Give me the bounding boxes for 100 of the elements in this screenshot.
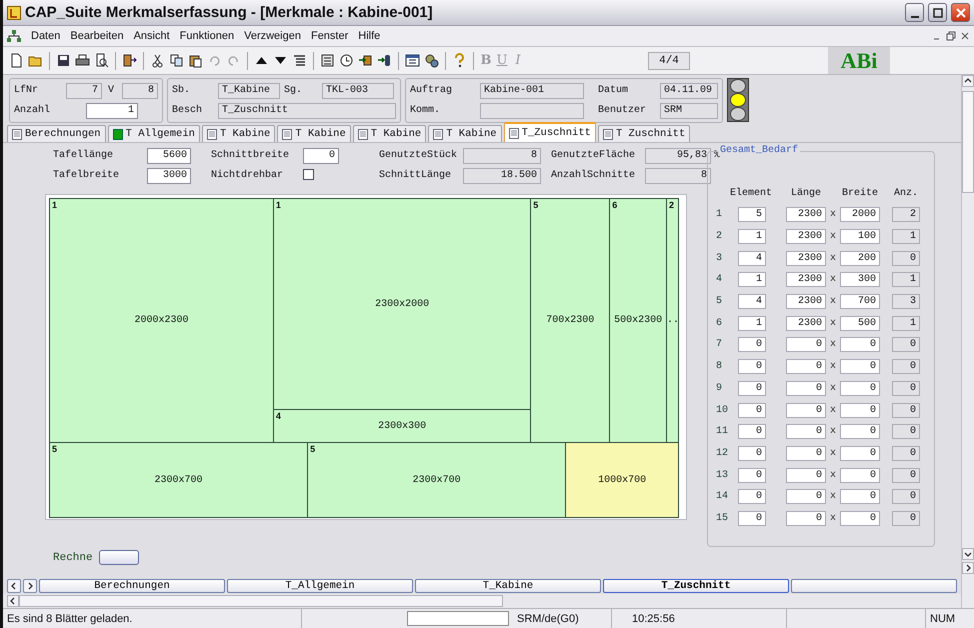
tab[interactable]: T Kabine bbox=[352, 125, 426, 142]
input-field[interactable]: 0 bbox=[786, 402, 826, 418]
input-field[interactable]: 500 bbox=[840, 316, 880, 331]
checkbox[interactable] bbox=[303, 168, 314, 180]
input-field[interactable]: 200 bbox=[840, 250, 880, 266]
input-field[interactable]: 100 bbox=[840, 229, 880, 244]
input-field[interactable]: 0 bbox=[738, 446, 766, 461]
maximize-button[interactable] bbox=[928, 3, 947, 22]
menu-item[interactable]: Verzweigen bbox=[244, 30, 301, 42]
save-icon[interactable] bbox=[56, 53, 71, 68]
input-field[interactable]: 0 bbox=[786, 337, 826, 352]
input-field[interactable]: 0 bbox=[786, 380, 826, 396]
sheet-tab[interactable]: T_Kabine bbox=[415, 578, 601, 592]
sheet-tab[interactable]: T_Zuschnitt bbox=[603, 578, 789, 592]
input-field[interactable]: 2300 bbox=[786, 316, 826, 331]
input-field[interactable]: 0 bbox=[786, 446, 826, 461]
input-field[interactable]: 2300 bbox=[786, 250, 826, 266]
tab[interactable]: T Kabine bbox=[428, 125, 502, 142]
minimize-button[interactable] bbox=[905, 3, 924, 22]
sheet-tab[interactable]: T_Allgemein bbox=[227, 578, 413, 592]
input-field[interactable]: 0 bbox=[738, 510, 766, 526]
sheet-tab[interactable] bbox=[791, 578, 957, 592]
input-field[interactable]: 0 bbox=[840, 424, 880, 440]
input-field[interactable]: 0 bbox=[786, 489, 826, 504]
input-field[interactable]: 0 bbox=[840, 468, 880, 483]
menu-item[interactable]: Funktionen bbox=[180, 30, 234, 42]
input-field[interactable]: 5600 bbox=[147, 148, 191, 164]
new-file-icon[interactable] bbox=[9, 53, 24, 68]
input-field[interactable]: T_Zuschnitt bbox=[218, 102, 396, 118]
scroll-right-button[interactable] bbox=[23, 578, 37, 592]
menu-item[interactable]: Daten bbox=[31, 30, 60, 42]
input-field[interactable]: 0 bbox=[738, 468, 766, 483]
clock-icon[interactable] bbox=[339, 53, 354, 68]
input-field[interactable]: 2300 bbox=[786, 229, 826, 244]
close-button[interactable] bbox=[951, 3, 970, 22]
input-field[interactable]: 1 bbox=[738, 272, 766, 288]
tab[interactable]: T Kabine bbox=[277, 125, 351, 142]
input-field[interactable]: 8 bbox=[122, 82, 158, 98]
input-field[interactable]: 0 bbox=[840, 510, 880, 526]
input-field[interactable]: 2300 bbox=[786, 272, 826, 288]
scroll-left-button[interactable] bbox=[7, 595, 19, 607]
input-field[interactable]: 0 bbox=[738, 337, 766, 352]
print-icon[interactable] bbox=[75, 53, 90, 68]
menu-item[interactable]: Fenster bbox=[310, 30, 348, 42]
input-field[interactable]: 2300 bbox=[786, 207, 826, 222]
menu-item[interactable]: Bearbeiten bbox=[70, 30, 124, 42]
calculate-button[interactable] bbox=[98, 550, 139, 565]
tab[interactable]: T Kabine bbox=[202, 125, 276, 142]
input-field[interactable]: 700 bbox=[840, 294, 880, 310]
input-field[interactable] bbox=[480, 102, 584, 118]
input-field[interactable]: 4 bbox=[738, 294, 766, 310]
input-field[interactable]: 300 bbox=[840, 272, 880, 288]
input-field[interactable]: 1 bbox=[738, 229, 766, 244]
input-field[interactable]: 0 bbox=[840, 446, 880, 461]
input-field[interactable]: 04.11.09 bbox=[660, 82, 718, 98]
input-field[interactable]: 0 bbox=[840, 402, 880, 418]
input-field[interactable]: 3000 bbox=[147, 168, 191, 184]
tab[interactable]: Berechnungen bbox=[7, 125, 106, 142]
input-field[interactable]: 0 bbox=[786, 424, 826, 440]
scroll-up-button[interactable] bbox=[962, 75, 974, 87]
input-field[interactable]: 0 bbox=[738, 359, 766, 374]
tab[interactable]: T_Zuschnitt bbox=[504, 122, 596, 142]
input-field[interactable]: 0 bbox=[786, 510, 826, 526]
input-field[interactable]: TKL-003 bbox=[322, 82, 394, 98]
input-field[interactable]: 1 bbox=[86, 102, 138, 118]
scroll-left-button[interactable] bbox=[7, 578, 21, 592]
arrow-into-cylinder-icon[interactable] bbox=[377, 53, 392, 68]
menu-item[interactable]: Ansicht bbox=[134, 30, 170, 42]
copy-icon[interactable] bbox=[169, 53, 184, 68]
scrollbar-thumb[interactable] bbox=[962, 91, 974, 193]
cut-icon[interactable] bbox=[150, 53, 165, 68]
input-field[interactable]: Kabine-001 bbox=[480, 82, 584, 98]
input-field[interactable]: 0 bbox=[840, 337, 880, 352]
input-field[interactable]: 0 bbox=[840, 489, 880, 504]
scroll-down-button[interactable] bbox=[962, 548, 974, 560]
input-field[interactable]: 0 bbox=[840, 380, 880, 396]
scroll-right-button[interactable] bbox=[962, 562, 974, 574]
exit-door-icon[interactable] bbox=[122, 53, 137, 68]
input-field[interactable]: T_Kabine bbox=[218, 82, 280, 98]
input-field[interactable]: 1 bbox=[738, 316, 766, 331]
print-preview-icon[interactable] bbox=[94, 53, 109, 68]
list-icon[interactable] bbox=[292, 53, 307, 68]
sheet-tab[interactable]: Berechnungen bbox=[39, 578, 225, 592]
input-field[interactable]: 2300 bbox=[786, 294, 826, 310]
input-field[interactable]: SRM bbox=[660, 102, 718, 118]
input-field[interactable]: 7 bbox=[66, 82, 102, 98]
input-field[interactable]: 0 bbox=[738, 424, 766, 440]
input-field[interactable]: 0 bbox=[738, 489, 766, 504]
input-field[interactable]: 0 bbox=[786, 359, 826, 374]
input-field[interactable]: 0 bbox=[738, 402, 766, 418]
arrow-into-box-icon[interactable] bbox=[358, 53, 373, 68]
input-field[interactable]: 0 bbox=[786, 468, 826, 483]
restore-icon[interactable] bbox=[946, 31, 956, 41]
tab[interactable]: T Allgemein bbox=[108, 125, 200, 142]
input-field[interactable]: 0 bbox=[840, 359, 880, 374]
scrollbar-thumb[interactable] bbox=[19, 595, 503, 607]
menu-item[interactable]: Hilfe bbox=[358, 30, 380, 42]
help-icon[interactable] bbox=[452, 53, 467, 68]
input-field[interactable]: 0 bbox=[738, 380, 766, 396]
input-field[interactable]: 2000 bbox=[840, 207, 880, 222]
